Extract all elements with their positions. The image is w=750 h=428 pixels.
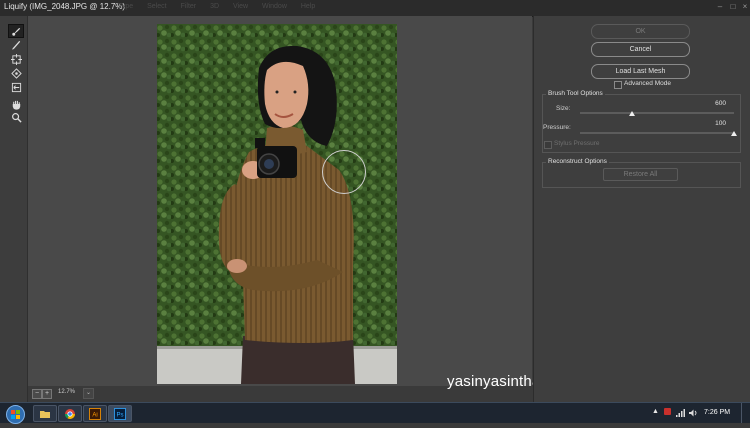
taskbar-illustrator-button[interactable]: Ai <box>83 405 107 422</box>
zoom-in-button[interactable]: + <box>42 389 52 399</box>
chrome-icon <box>65 408 75 419</box>
background-menu-bar: Type Select Filter 3D View Window Help <box>118 3 327 10</box>
menu-type: Type <box>118 3 134 10</box>
restore-all-button[interactable]: Restore All <box>603 168 678 181</box>
bloat-tool-icon[interactable] <box>9 67 23 79</box>
push-left-tool-icon[interactable] <box>9 81 23 93</box>
brush-tool-options-title: Brush Tool Options <box>546 90 605 97</box>
reconstruct-options-title: Reconstruct Options <box>546 158 609 165</box>
stylus-pressure-checkbox[interactable] <box>544 141 552 149</box>
menu-help: Help <box>300 3 316 10</box>
zoom-dropdown-button[interactable]: ⌄ <box>83 388 94 399</box>
menu-select: Select <box>147 3 167 10</box>
illustrator-icon: Ai <box>89 407 101 420</box>
reconstruct-tool-icon[interactable] <box>9 38 23 50</box>
pressure-label: Pressure: <box>543 124 571 131</box>
cancel-button[interactable]: Cancel <box>591 42 690 57</box>
menu-filter: Filter <box>180 3 197 10</box>
minimize-icon[interactable]: – <box>714 2 726 12</box>
menu-window: Window <box>261 3 287 10</box>
size-slider-track[interactable] <box>580 112 734 114</box>
zoom-level: 12.7% <box>58 389 76 395</box>
stylus-pressure-label: Stylus Pressure <box>554 140 600 147</box>
size-value[interactable]: 600 <box>696 100 726 107</box>
zoom-out-button[interactable]: − <box>32 389 42 399</box>
options-panel: OK Cancel Load Last Mesh Advanced Mode B… <box>533 16 750 402</box>
start-button[interactable] <box>6 405 25 424</box>
pressure-value[interactable]: 100 <box>696 120 726 127</box>
flag-icon[interactable] <box>664 408 671 415</box>
menu-view: View <box>232 3 249 10</box>
size-slider-thumb[interactable] <box>629 111 636 116</box>
menu-3d: 3D <box>210 3 220 10</box>
ok-button[interactable]: OK <box>591 24 690 39</box>
clock-time[interactable]: 7:26 PM <box>704 409 730 416</box>
title-bar: Liquify (IMG_2048.JPG @ 12.7%) Type Sele… <box>0 0 750 17</box>
advanced-mode-label: Advanced Mode <box>624 80 671 87</box>
photo-preview[interactable] <box>157 24 397 384</box>
pressure-slider-thumb[interactable] <box>731 131 737 136</box>
taskbar-photoshop-button[interactable]: Ps <box>108 405 132 422</box>
photoshop-icon: Ps <box>114 407 126 420</box>
show-desktop-button[interactable] <box>741 403 750 423</box>
advanced-mode-checkbox[interactable] <box>614 81 622 89</box>
volume-icon[interactable] <box>689 409 698 419</box>
tray-expand-icon[interactable]: ▲ <box>652 408 659 415</box>
illustrator-icon-text: Ai <box>92 412 97 418</box>
photoshop-icon-text: Ps <box>116 412 123 418</box>
taskbar-chrome-button[interactable] <box>58 405 82 422</box>
forward-warp-tool-icon[interactable] <box>8 24 24 38</box>
windows-logo-icon <box>11 410 20 419</box>
folder-icon <box>40 410 50 418</box>
network-icon[interactable] <box>676 409 685 419</box>
pucker-tool-icon[interactable] <box>9 53 23 65</box>
liquify-toolbox <box>0 16 28 402</box>
brush-cursor-circle <box>322 150 366 194</box>
pressure-slider-track[interactable] <box>580 132 734 134</box>
hand-tool-icon[interactable] <box>9 98 23 110</box>
taskbar-explorer-button[interactable] <box>33 405 57 422</box>
maximize-icon[interactable]: □ <box>727 2 739 12</box>
close-icon[interactable]: × <box>739 2 750 12</box>
size-label: Size: <box>556 105 571 112</box>
window-title: Liquify (IMG_2048.JPG @ 12.7%) <box>4 2 126 11</box>
windows-taskbar: Ai Ps ▲ 7:26 PM <box>0 402 750 424</box>
load-last-mesh-button[interactable]: Load Last Mesh <box>591 64 690 79</box>
zoom-tool-icon[interactable] <box>9 111 23 123</box>
